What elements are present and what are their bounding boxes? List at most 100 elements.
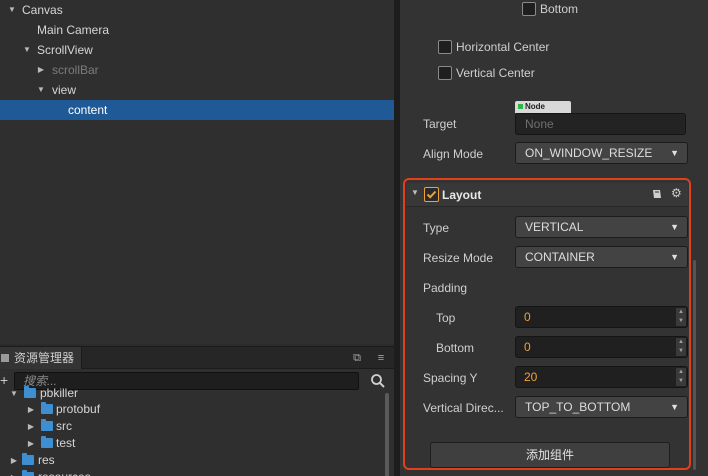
collapse-arrow-icon[interactable]: ▶ xyxy=(9,469,19,476)
collapse-arrow-icon[interactable]: ▼ xyxy=(411,188,419,197)
vertical-direction-value: TOP_TO_BOTTOM xyxy=(525,400,631,414)
stepper-up-icon[interactable]: ▲ xyxy=(676,338,686,347)
book-icon[interactable] xyxy=(650,187,664,201)
tab-assets[interactable]: 资源管理器 xyxy=(0,347,82,369)
tab-assets-label: 资源管理器 xyxy=(14,351,75,365)
hierarchy-item-label: content xyxy=(68,103,108,117)
vertical-center-label: Vertical Center xyxy=(456,66,535,80)
asset-item-label: resources xyxy=(38,469,91,476)
asset-item-pbkiller[interactable]: ▼ pbkiller xyxy=(0,385,385,402)
asset-item-label: src xyxy=(56,419,72,433)
stepper-down-icon[interactable]: ▼ xyxy=(676,347,686,356)
inspector-panel: Bottom Horizontal Center Vertical Center… xyxy=(400,0,708,476)
dropdown-caret-icon: ▼ xyxy=(670,252,679,262)
collapse-arrow-icon[interactable]: ▶ xyxy=(26,418,36,435)
align-mode-value: ON_WINDOW_RESIZE xyxy=(525,146,653,160)
stepper[interactable]: ▲ ▼ xyxy=(676,338,686,356)
spacing-y-input[interactable]: 20 ▲ ▼ xyxy=(515,366,688,388)
folder-icon xyxy=(22,453,34,465)
menu-icon[interactable]: ≡ xyxy=(373,350,389,366)
inspector-scrollbar[interactable] xyxy=(693,260,696,470)
expand-arrow-icon[interactable]: ▼ xyxy=(22,40,32,60)
asset-item-resources[interactable]: ▶ resources xyxy=(0,469,385,476)
asset-item-label: protobuf xyxy=(56,402,101,416)
expand-arrow-icon[interactable]: ▼ xyxy=(9,385,19,402)
asset-item-protobuf[interactable]: ▶ protobuf xyxy=(0,401,385,418)
spacing-y-label: Spacing Y xyxy=(423,371,478,385)
resize-mode-select[interactable]: CONTAINER ▼ xyxy=(515,246,688,268)
hierarchy-item-label: view xyxy=(52,83,77,97)
asset-item-src[interactable]: ▶ src xyxy=(0,418,385,435)
resize-mode-label: Resize Mode xyxy=(423,251,494,265)
dropdown-caret-icon: ▼ xyxy=(670,148,679,158)
collapse-arrow-icon[interactable]: ▶ xyxy=(26,401,36,418)
assets-tab-bar: 资源管理器 ⧉ ≡ xyxy=(0,347,394,369)
horizontal-center-checkbox[interactable] xyxy=(438,40,452,54)
type-value: VERTICAL xyxy=(525,220,584,234)
padding-top-label: Top xyxy=(436,311,456,325)
hierarchy-item-scrollview[interactable]: ▼ ScrollView xyxy=(0,40,394,60)
assets-panel-icon xyxy=(1,354,9,362)
padding-bottom-label: Bottom xyxy=(436,341,475,355)
layout-component-header[interactable]: ▼ Layout ⚙ xyxy=(406,183,688,207)
collapse-arrow-icon[interactable]: ▶ xyxy=(36,60,46,80)
asset-item-res[interactable]: ▶ res xyxy=(0,452,385,469)
hierarchy-item-label: ScrollView xyxy=(37,43,93,57)
assets-panel: 资源管理器 ⧉ ≡ + 搜索... ▼ pbkiller ▶ protobuf … xyxy=(0,346,394,476)
padding-label: Padding xyxy=(423,281,468,295)
resize-mode-value: CONTAINER xyxy=(525,250,595,264)
layout-enabled-checkbox[interactable] xyxy=(424,187,439,202)
stepper-down-icon[interactable]: ▼ xyxy=(676,377,686,386)
expand-arrow-icon[interactable]: ▼ xyxy=(7,0,17,20)
asset-item-label: pbkiller xyxy=(40,386,79,400)
checkmark-icon xyxy=(426,190,437,199)
node-type-tag: Node xyxy=(515,101,571,113)
padding-bottom-value: 0 xyxy=(524,340,531,354)
hierarchy-panel: ▼ Canvas Main Camera ▼ ScrollView ▶ scro… xyxy=(0,0,394,344)
collapse-arrow-icon[interactable]: ▶ xyxy=(9,452,19,469)
popout-icon[interactable]: ⧉ xyxy=(349,350,365,366)
type-select[interactable]: VERTICAL ▼ xyxy=(515,216,688,238)
padding-top-value: 0 xyxy=(524,310,531,324)
vertical-center-checkbox[interactable] xyxy=(438,66,452,80)
stepper[interactable]: ▲ ▼ xyxy=(676,308,686,326)
hierarchy-item-scrollbar[interactable]: ▶ scrollBar xyxy=(0,60,394,80)
vertical-direction-select[interactable]: TOP_TO_BOTTOM ▼ xyxy=(515,396,688,418)
gear-icon[interactable]: ⚙ xyxy=(671,186,682,200)
folder-icon xyxy=(24,386,36,398)
asset-item-label: res xyxy=(38,453,55,467)
stepper[interactable]: ▲ ▼ xyxy=(676,368,686,386)
stepper-up-icon[interactable]: ▲ xyxy=(676,308,686,317)
layout-component-title: Layout xyxy=(442,188,482,202)
folder-icon xyxy=(22,470,34,476)
padding-top-input[interactable]: 0 ▲ ▼ xyxy=(515,306,688,328)
target-label: Target xyxy=(423,117,457,131)
hierarchy-item-label: scrollBar xyxy=(52,63,99,77)
collapse-arrow-icon[interactable]: ▶ xyxy=(26,435,36,452)
asset-item-label: test xyxy=(56,436,76,450)
hierarchy-item-label: Main Camera xyxy=(37,23,110,37)
hierarchy-item-canvas[interactable]: ▼ Canvas xyxy=(0,0,394,20)
stepper-up-icon[interactable]: ▲ xyxy=(676,368,686,377)
add-component-button[interactable]: 添加组件 xyxy=(430,442,670,468)
hierarchy-item-label: Canvas xyxy=(22,3,63,17)
asset-item-test[interactable]: ▶ test xyxy=(0,435,385,452)
type-label: Type xyxy=(423,221,450,235)
align-mode-label: Align Mode xyxy=(423,147,484,161)
align-mode-select[interactable]: ON_WINDOW_RESIZE ▼ xyxy=(515,142,688,164)
assets-scrollbar[interactable] xyxy=(385,393,389,476)
expand-arrow-icon[interactable]: ▼ xyxy=(36,80,46,100)
bottom-checkbox[interactable] xyxy=(522,2,536,16)
folder-icon xyxy=(41,419,53,431)
folder-icon xyxy=(41,436,53,448)
padding-bottom-input[interactable]: 0 ▲ ▼ xyxy=(515,336,688,358)
hierarchy-item-content[interactable]: content xyxy=(0,100,394,120)
bottom-label: Bottom xyxy=(540,2,579,16)
hierarchy-item-view[interactable]: ▼ view xyxy=(0,80,394,100)
stepper-down-icon[interactable]: ▼ xyxy=(676,317,686,326)
target-field[interactable]: None xyxy=(515,113,686,135)
folder-icon xyxy=(41,402,53,414)
horizontal-center-label: Horizontal Center xyxy=(456,40,550,54)
dropdown-caret-icon: ▼ xyxy=(670,222,679,232)
hierarchy-item-main-camera[interactable]: Main Camera xyxy=(0,20,394,40)
